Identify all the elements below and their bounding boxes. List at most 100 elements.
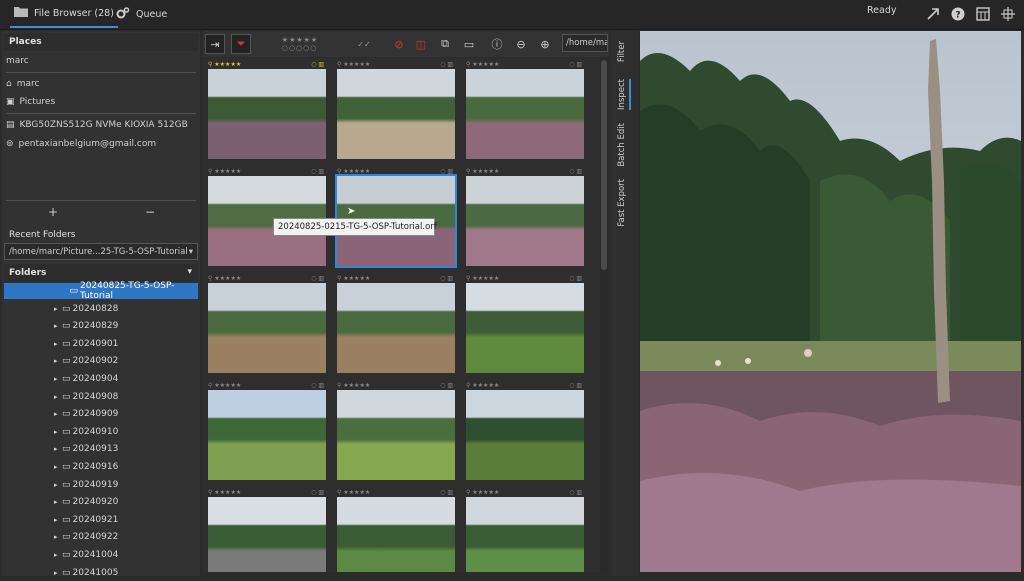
zoom-in-icon[interactable]: ⊕ (535, 34, 555, 54)
recent-folders-select[interactable]: /home/marc/Picture...25-TG-5-OSP-Tutoria… (4, 243, 198, 260)
chevron-right-icon[interactable]: ▸ (54, 551, 62, 559)
send-to-editor-icon[interactable] (926, 7, 940, 21)
scrollbar-thumb[interactable] (601, 60, 607, 270)
thumbnail-rank-bar[interactable]: ⚲ ★★★★★ ○ ▥ (208, 487, 326, 497)
chevron-right-icon[interactable]: ▸ (54, 569, 62, 577)
thumbnail-actions-icon[interactable]: ○ ▥ (311, 61, 324, 68)
folder-item[interactable]: ▸ ▭ 20240922 (4, 529, 198, 545)
thumbnail-image[interactable] (466, 69, 584, 159)
thumbnail-rank-bar[interactable]: ⚲ ★★★★★ ○ ▥ (337, 487, 455, 497)
thumbnail-image[interactable] (208, 69, 326, 159)
thumbnail-rank-bar[interactable]: ⚲ ★★★★★ ○ ▥ (337, 380, 455, 390)
thumbnail-rank-bar[interactable]: ⚲ ★★★★★ ○ ▥ (208, 166, 326, 176)
chevron-right-icon[interactable]: ▸ (54, 393, 62, 401)
thumbnail-actions-icon[interactable]: ○ ▥ (569, 489, 582, 496)
chevron-right-icon[interactable]: ▸ (54, 481, 62, 489)
thumbnail-actions-icon[interactable]: ○ ▥ (311, 275, 324, 282)
folder-item[interactable]: ▸ ▭ 20240910 (4, 424, 198, 440)
thumbnail-rank-bar[interactable]: ⚲ ★★★★★ ○ ▥ (337, 59, 455, 69)
thumbnail[interactable]: ⚲ ★★★★★ ○ ▥ (464, 380, 584, 482)
thumbnail-actions-icon[interactable]: ○ ▥ (569, 61, 582, 68)
thumbnail-actions-icon[interactable]: ○ ▥ (311, 489, 324, 496)
place-home[interactable]: marc (6, 53, 29, 69)
chevron-right-icon[interactable]: ▸ (54, 463, 62, 471)
chevron-right-icon[interactable]: ▸ (54, 357, 62, 365)
place-network[interactable]: ⊚ pentaxianbelgium@gmail.com (6, 136, 156, 152)
chevron-right-icon[interactable]: ▸ (54, 340, 62, 348)
place-pictures[interactable]: ▣ Pictures (6, 94, 55, 110)
chevron-right-icon[interactable]: ▸ (54, 428, 62, 436)
thumbnail-image[interactable] (337, 283, 455, 373)
folder-item[interactable]: ▸ ▭ 20240920 (4, 494, 198, 510)
thumbnail-image[interactable] (337, 390, 455, 480)
folder-item[interactable]: ▸ ▭ 20240904 (4, 371, 198, 387)
chevron-down-icon[interactable]: ▾ (187, 267, 192, 277)
thumbnail-rank-bar[interactable]: ⚲ ★★★★★ ○ ▥ (466, 166, 584, 176)
layout-icon[interactable] (976, 7, 990, 21)
thumbnail[interactable]: ⚲ ★★★★★ ○ ▥ (335, 59, 455, 161)
copy-icon[interactable]: ⧉ (435, 34, 455, 54)
folder-item[interactable]: ▸ ▭ 20240913 (4, 441, 198, 457)
zoom-out-icon[interactable]: ⊖ (511, 34, 531, 54)
folder-item[interactable]: ▸ ▭ 20240919 (4, 477, 198, 493)
filter-clear-icon[interactable]: ⏷ (231, 34, 251, 54)
thumbnail-actions-icon[interactable]: ○ ▥ (440, 275, 453, 282)
thumbnail[interactable]: ⚲ ★★★★★ ○ ▥ (464, 59, 584, 161)
thumbnail-image[interactable] (337, 69, 455, 159)
thumbnail[interactable]: ⚲ ★★★★★ ○ ▥ (206, 59, 326, 161)
thumbnail-image[interactable] (466, 497, 584, 572)
thumbnail-actions-icon[interactable]: ○ ▥ (440, 382, 453, 389)
thumbnail-image[interactable] (208, 497, 326, 572)
folder-item[interactable]: ▭ 20240825-TG-5-OSP-Tutorial (4, 281, 198, 301)
folder-item[interactable]: ▸ ▭ 20240901 (4, 336, 198, 352)
thumbnail-actions-icon[interactable]: ○ ▥ (311, 168, 324, 175)
thumbnail[interactable]: ⚲ ★★★★★ ○ ▥ (206, 380, 326, 482)
thumbnail-rank-bar[interactable]: ⚲ ★★★★★ ○ ▥ (208, 59, 326, 69)
thumbnail-rank-bar[interactable]: ⚲ ★★★★★ ○ ▥ (208, 273, 326, 283)
chevron-right-icon[interactable]: ▸ (54, 445, 62, 453)
thumbnail-actions-icon[interactable]: ○ ▥ (569, 382, 582, 389)
trash-filter-icon[interactable]: ⊘ (389, 34, 409, 54)
scrollbar[interactable] (600, 58, 608, 572)
folder-item[interactable]: ▸ ▭ 20240828 (4, 301, 198, 317)
thumbnail-actions-icon[interactable]: ○ ▥ (311, 382, 324, 389)
thumbnail-rank-bar[interactable]: ⚲ ★★★★★ ○ ▥ (466, 59, 584, 69)
thumbnail-actions-icon[interactable]: ○ ▥ (569, 168, 582, 175)
thumbnail[interactable]: ⚲ ★★★★★ ○ ▥ (206, 487, 326, 572)
place-user[interactable]: ⌂ marc (6, 76, 39, 92)
folder-item[interactable]: ▸ ▭ 20240909 (4, 406, 198, 422)
thumbnail[interactable]: ⚲ ★★★★★ ○ ▥ (464, 166, 584, 268)
chevron-right-icon[interactable]: ▸ (54, 498, 62, 506)
thumbnail-image[interactable] (466, 176, 584, 266)
folder-item[interactable]: ▸ ▭ 20240908 (4, 389, 198, 405)
folder-item[interactable]: ▸ ▭ 20240921 (4, 512, 198, 528)
chevron-right-icon[interactable]: ▸ (54, 410, 62, 418)
thumbnail[interactable]: ⚲ ★★★★★ ○ ▥ (464, 273, 584, 375)
thumbnail-rank-bar[interactable]: ⚲ ★★★★★ ○ ▥ (466, 273, 584, 283)
info-icon[interactable]: ⓘ (487, 34, 507, 54)
thumbnail[interactable]: ⚲ ★★★★★ ○ ▥ (206, 273, 326, 375)
thumbnail[interactable]: ⚲ ★★★★★ ○ ▥ (335, 166, 457, 268)
folder-item[interactable]: ▸ ▭ 20240829 (4, 318, 198, 334)
tab-batch-edit[interactable]: Batch Edit (617, 123, 627, 167)
tab-file-browser[interactable]: File Browser (28) (10, 0, 118, 28)
fullscreen-icon[interactable] (1001, 7, 1015, 21)
thumbnail-image[interactable] (466, 390, 584, 480)
folder-item[interactable]: ▸ ▭ 20240916 (4, 459, 198, 475)
tab-inspect[interactable]: Inspect (617, 79, 631, 110)
tab-filter[interactable]: Filter (617, 41, 627, 62)
folder-item[interactable]: ▸ ▭ 20241005 (4, 565, 198, 581)
thumbnail-image[interactable] (337, 497, 455, 572)
place-drive[interactable]: ▤ KBG50ZNS512G NVMe KIOXIA 512GB (6, 117, 188, 133)
thumbnail[interactable]: ⚲ ★★★★★ ○ ▥ (335, 273, 455, 375)
thumbnail-rank-bar[interactable]: ⚲ ★★★★★ ○ ▥ (466, 380, 584, 390)
thumbnail-actions-icon[interactable]: ○ ▥ (440, 168, 453, 175)
thumbnail-actions-icon[interactable]: ○ ▥ (569, 275, 582, 282)
thumbnail-actions-icon[interactable]: ○ ▥ (440, 489, 453, 496)
thumbnail-image[interactable] (208, 390, 326, 480)
thumbnail-actions-icon[interactable]: ○ ▥ (440, 61, 453, 68)
rank-filter-icons[interactable]: ★★★★★ ○○○○○ (255, 34, 345, 54)
add-place-button[interactable]: + (48, 205, 58, 219)
folder-open-icon[interactable]: ▭ (459, 34, 479, 54)
tab-queue[interactable]: Queue (116, 0, 167, 28)
